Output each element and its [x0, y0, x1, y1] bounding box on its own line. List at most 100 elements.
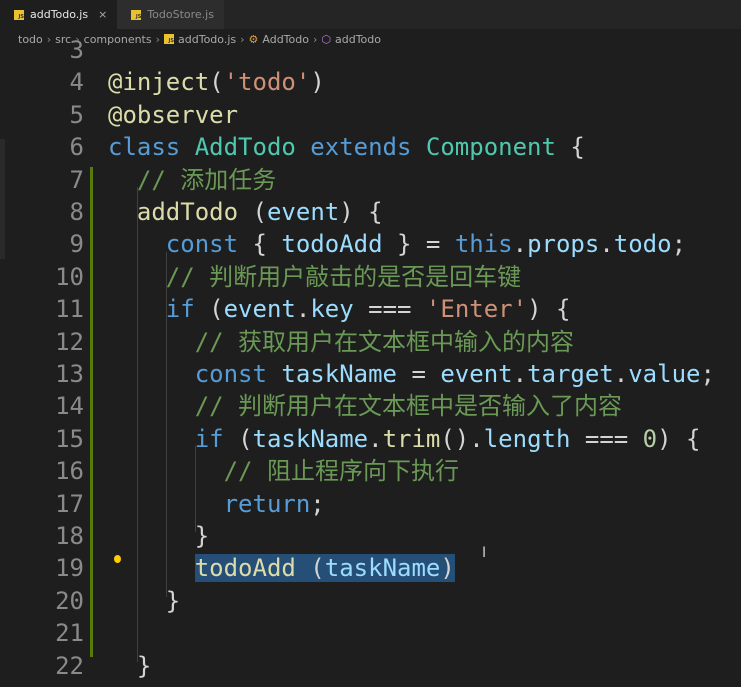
line-number: 12	[55, 327, 84, 356]
line-number: 22	[55, 651, 84, 680]
code-text: // 判断用户敲击的是否是回车键	[108, 261, 521, 293]
code-token: props	[527, 230, 600, 259]
code-token: addTodo	[136, 198, 239, 226]
line-number: 16	[55, 457, 84, 486]
code-line[interactable]: 3	[0, 34, 741, 66]
tab-bar: JS addTodo.js × JS TodoStore.js	[0, 0, 741, 29]
code-token: }	[165, 586, 181, 615]
code-line[interactable]: 18 }	[0, 520, 741, 552]
code-token: todoAdd	[281, 230, 383, 259]
line-number: 21	[55, 619, 84, 648]
code-token: (	[238, 424, 253, 453]
line-number: 19	[55, 554, 84, 583]
code-token: .	[368, 424, 383, 453]
code-line[interactable]: 21	[0, 617, 741, 649]
code-token: ) {	[657, 424, 701, 453]
code-line[interactable]: 19 todoAdd (taskName)	[0, 552, 741, 584]
tab-addtodo[interactable]: JS addTodo.js ×	[0, 0, 118, 29]
code-token: .	[599, 230, 614, 259]
code-line[interactable]: 13 const taskName = event.target.value;	[0, 358, 741, 390]
code-token: value	[628, 360, 701, 388]
line-number: 6	[69, 133, 84, 162]
code-line[interactable]: 16 // 阻止程序向下执行	[0, 455, 741, 487]
code-token: {	[252, 230, 282, 259]
code-line[interactable]: 7 // 添加任务	[0, 164, 741, 196]
code-line[interactable]: 10 // 判断用户敲击的是否是回车键	[0, 261, 741, 293]
code-token: this	[454, 230, 513, 259]
code-token: event	[440, 360, 513, 388]
code-token: @inject	[108, 68, 210, 97]
line-number: 17	[55, 489, 84, 518]
code-token: (	[209, 295, 224, 324]
code-token: @observer	[108, 100, 239, 129]
code-line[interactable]: 6 class AddTodo extends Component {	[0, 131, 741, 163]
code-line[interactable]: 8 addTodo (event) {	[0, 196, 741, 228]
line-number: 18	[55, 522, 84, 550]
code-token: const	[194, 360, 282, 388]
tab-label: addTodo.js	[30, 8, 89, 21]
code-line[interactable]: 12 // 获取用户在文本框中输入的内容	[0, 326, 741, 358]
tab-todostore[interactable]: JS TodoStore.js	[117, 0, 224, 29]
code-text: }	[108, 650, 151, 682]
code-token: ===	[353, 295, 426, 324]
code-text: addTodo (event) {	[108, 196, 383, 228]
code-text: // 获取用户在文本框中输入的内容	[108, 326, 574, 358]
code-line[interactable]: 20 }	[0, 585, 741, 617]
code-token: ) {	[339, 198, 383, 226]
code-line[interactable]: 17 return;	[0, 488, 741, 520]
code-text: // 判断用户在文本框中是否输入了内容	[108, 390, 622, 422]
code-token: event	[266, 198, 340, 226]
line-number: 9	[69, 230, 84, 259]
code-line[interactable]: 4 @inject('todo')	[0, 66, 741, 98]
code-token: target	[527, 360, 614, 388]
code-token: (	[209, 68, 224, 97]
code-line[interactable]: 14 // 判断用户在文本框中是否输入了内容	[0, 390, 741, 422]
code-token: 'Enter'	[425, 295, 528, 324]
code-line[interactable]: 22 }	[0, 650, 741, 682]
code-editor[interactable]: I 3 4 @inject('todo') 5 @observer 6 class AddT…	[0, 36, 741, 687]
line-number: 5	[69, 100, 84, 129]
code-token: {	[555, 133, 585, 162]
code-token: length	[483, 424, 571, 453]
code-line[interactable]: 5 @observer	[0, 99, 741, 131]
line-number: 4	[69, 68, 84, 97]
code-token: taskName	[252, 424, 369, 453]
code-line[interactable]: 11 if (event.key === 'Enter') {	[0, 293, 741, 325]
code-token: return	[223, 489, 311, 518]
code-token: // 阻止程序向下执行	[223, 457, 459, 486]
code-token: ) {	[527, 295, 571, 324]
code-token: }	[194, 522, 210, 550]
code-token: extends	[310, 133, 426, 162]
line-number: 10	[55, 262, 84, 291]
line-number: 11	[55, 295, 84, 324]
code-token: if	[194, 424, 239, 453]
line-number: 14	[55, 392, 84, 421]
code-line[interactable]: 15 if (taskName.trim().length === 0) {	[0, 423, 741, 455]
close-icon[interactable]: ×	[98, 8, 107, 21]
code-text: // 添加任务	[108, 164, 276, 196]
code-token: if	[165, 295, 210, 324]
line-number: 3	[69, 36, 84, 64]
code-token: taskName	[281, 360, 397, 388]
code-token: ;	[310, 489, 325, 518]
line-number: 8	[69, 198, 84, 226]
code-text: if (event.key === 'Enter') {	[108, 293, 571, 325]
js-file-icon: JS	[131, 9, 142, 20]
code-token: AddTodo	[194, 133, 311, 162]
code-token: ;	[671, 230, 687, 259]
code-line[interactable]: 9 const { todoAdd } = this.props.todo;	[0, 228, 741, 260]
code-text: class AddTodo extends Component {	[108, 131, 585, 163]
code-text: }	[108, 585, 180, 617]
code-token: event	[223, 295, 296, 324]
